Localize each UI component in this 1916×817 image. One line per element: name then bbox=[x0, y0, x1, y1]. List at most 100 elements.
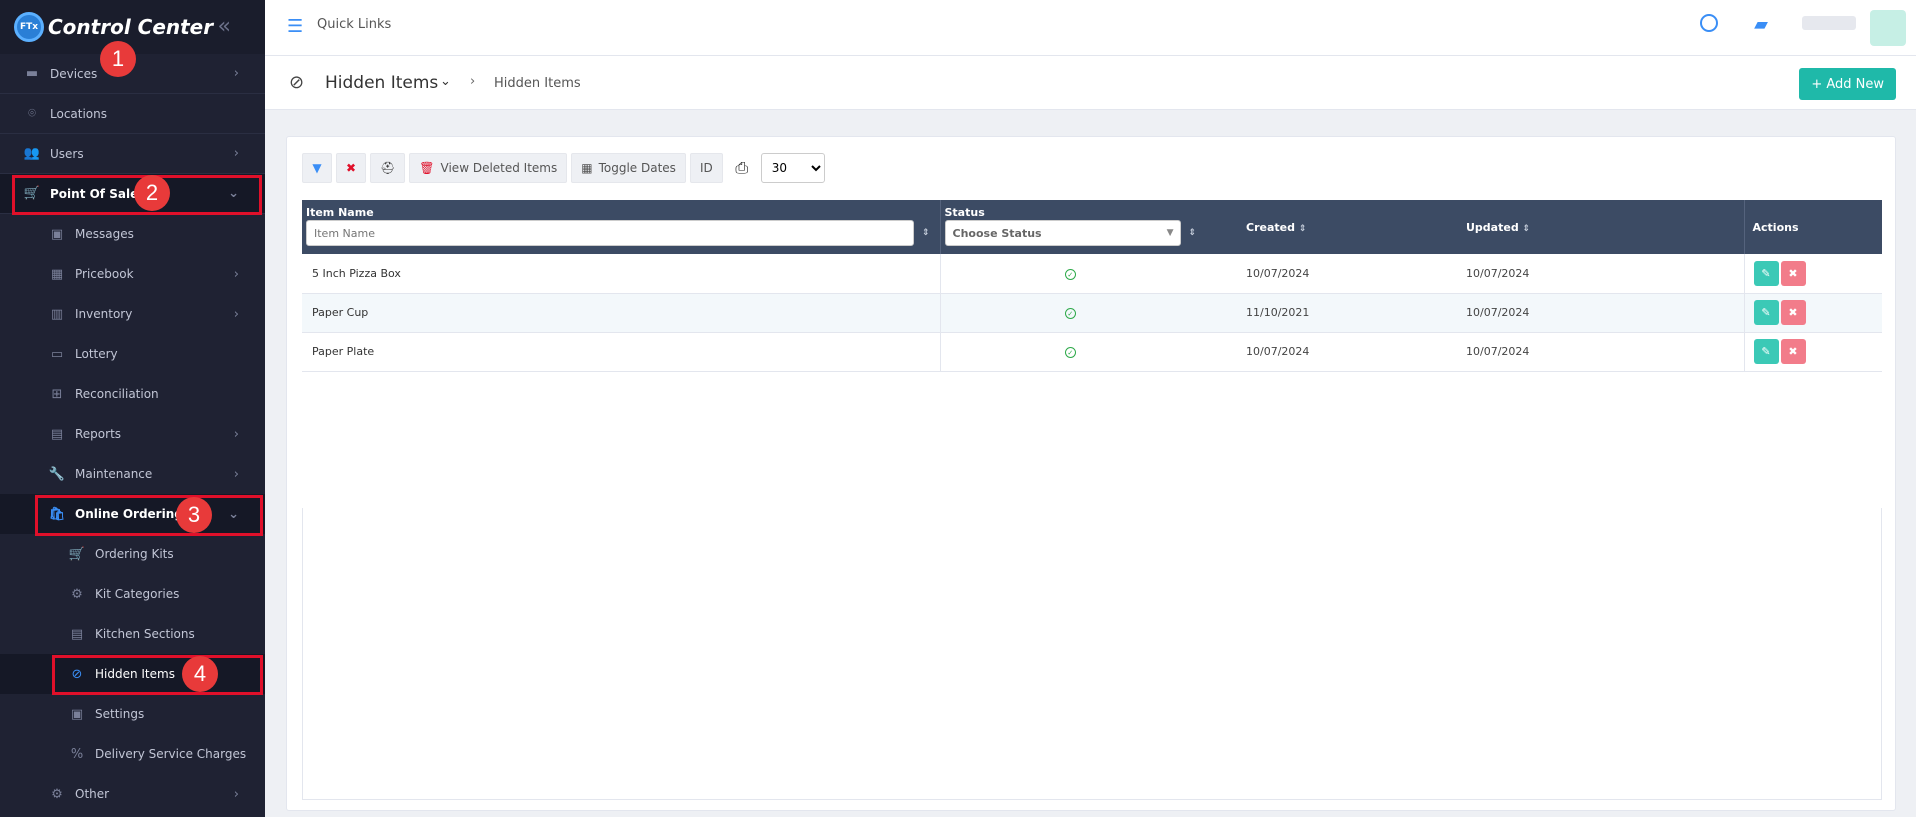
view-deleted-label: View Deleted Items bbox=[440, 161, 558, 175]
clear-filter-button[interactable]: ✖ bbox=[336, 153, 367, 183]
sort-icon[interactable]: ⇕ bbox=[922, 228, 930, 238]
sidebar-item-locations[interactable]: ⌾ Locations bbox=[0, 94, 265, 134]
chat-icon[interactable]: ▰ bbox=[1754, 14, 1768, 35]
sidebar-item-ordering-kits[interactable]: 🛒 Ordering Kits bbox=[0, 534, 265, 574]
cell-status: ✓ bbox=[940, 332, 1200, 372]
close-icon: ✖ bbox=[346, 161, 357, 175]
avatar[interactable] bbox=[1870, 10, 1906, 46]
cell-updated: 10/07/2024 bbox=[1466, 254, 1744, 294]
th-created[interactable]: Created ⇕ bbox=[1200, 200, 1466, 254]
menu-icon[interactable]: ☰ bbox=[287, 16, 303, 37]
sidebar-item-inventory[interactable]: ▥ Inventory › bbox=[0, 294, 265, 334]
th-status: Status Choose Status ▼ ⇕ bbox=[940, 200, 1200, 254]
caret-down-icon: ▼ bbox=[1166, 228, 1174, 238]
col-header-created: Created bbox=[1246, 220, 1295, 234]
sidebar-item-reconciliation[interactable]: ⊞ Reconciliation bbox=[0, 374, 265, 414]
sidebar-item-reports[interactable]: ▤ Reports › bbox=[0, 414, 265, 454]
sidebar-item-label: Kit Categories bbox=[95, 587, 180, 601]
th-updated[interactable]: Updated ⇕ bbox=[1466, 200, 1745, 254]
cell-item-name: 5 Inch Pizza Box bbox=[302, 254, 941, 294]
view-deleted-button[interactable]: 🗑 View Deleted Items bbox=[409, 153, 568, 183]
item-name-filter-input[interactable] bbox=[306, 220, 914, 246]
sidebar-item-label: Settings bbox=[95, 707, 145, 721]
incognito-button[interactable]: ⛑ bbox=[370, 153, 406, 183]
delete-button[interactable]: ✖ bbox=[1780, 260, 1806, 286]
chevron-down-icon: ⌄ bbox=[228, 186, 239, 201]
table-toolbar: ▼ ✖ ⛑ 🗑 View Deleted Items ▦ Toggle Dates … bbox=[302, 153, 825, 183]
sidebar-item-messages[interactable]: ▣ Messages bbox=[0, 214, 265, 254]
toggle-dates-button[interactable]: ▦ Toggle Dates bbox=[571, 153, 686, 183]
sidebar-item-online-ordering[interactable]: 🛍 Online Ordering ⌄ bbox=[0, 494, 265, 534]
collapse-sidebar-icon[interactable]: « bbox=[218, 14, 231, 39]
shopping-bag-icon: 🛍 bbox=[48, 506, 66, 522]
sidebar-item-kitchen-sections[interactable]: ▤ Kitchen Sections bbox=[0, 614, 265, 654]
sidebar-item-label: Reconciliation bbox=[75, 387, 159, 401]
filter-button[interactable]: ▼ bbox=[302, 153, 332, 183]
sidebar-item-other[interactable]: ⚙ Other › bbox=[0, 774, 265, 814]
quick-links-label[interactable]: Quick Links bbox=[317, 17, 391, 32]
hidden-items-table: Item Name ⇕ Status Choose Status ▼ ⇕ Crea… bbox=[302, 200, 1882, 372]
sidebar-item-kit-categories[interactable]: ⚙ Kit Categories bbox=[0, 574, 265, 614]
percent-icon: % bbox=[70, 746, 84, 762]
col-header-item-name: Item Name bbox=[306, 206, 374, 219]
cart-icon: 🛒 bbox=[68, 546, 86, 562]
sidebar-item-label: Users bbox=[50, 146, 84, 161]
step-badge-1: 1 bbox=[100, 41, 136, 77]
incognito-icon: ⛑ bbox=[380, 161, 396, 175]
toggle-dates-label: Toggle Dates bbox=[598, 161, 676, 175]
cogs-icon: ⚙ bbox=[51, 786, 63, 802]
bag-icon: ▣ bbox=[70, 706, 84, 722]
sidebar-item-settings[interactable]: ▣ Settings bbox=[0, 694, 265, 734]
delete-button[interactable]: ✖ bbox=[1780, 300, 1806, 325]
edit-button[interactable]: ✎ bbox=[1753, 260, 1779, 286]
warehouse-icon: ▥ bbox=[50, 306, 64, 322]
grid-icon: ⊞ bbox=[51, 386, 63, 402]
chevron-right-icon: › bbox=[233, 266, 239, 282]
delete-button[interactable]: ✖ bbox=[1780, 339, 1806, 364]
sidebar-item-label: Devices bbox=[50, 66, 98, 81]
table-icon: ▤ bbox=[70, 626, 84, 642]
add-new-button[interactable]: + Add New bbox=[1799, 68, 1896, 100]
message-icon: ▣ bbox=[50, 226, 64, 242]
sidebar-item-label: Messages bbox=[75, 227, 134, 241]
edit-button[interactable]: ✎ bbox=[1753, 300, 1779, 325]
breadcrumb-separator-icon: › bbox=[470, 74, 476, 89]
search-icon[interactable] bbox=[1700, 14, 1718, 32]
sort-icon[interactable]: ⇕ bbox=[1189, 228, 1197, 238]
sidebar-item-hidden-items[interactable]: ⊘ Hidden Items bbox=[0, 654, 265, 694]
page-header: ⊘ Hidden Items ⌄ › Hidden Items + Add Ne… bbox=[265, 56, 1916, 110]
table-row: Paper Cup ✓ 11/10/2021 10/07/2024 ✎ ✖ bbox=[302, 293, 1882, 333]
sidebar-item-lottery[interactable]: ▭ Lottery bbox=[0, 334, 265, 374]
content-card: ▼ ✖ ⛑ 🗑 View Deleted Items ▦ Toggle Dates … bbox=[286, 136, 1896, 811]
sidebar-item-label: Reports bbox=[75, 427, 122, 441]
step-badge-2: 2 bbox=[134, 175, 170, 211]
chevron-down-icon[interactable]: ⌄ bbox=[440, 74, 451, 89]
sidebar-item-delivery-service-charges[interactable]: % Delivery Service Charges bbox=[0, 734, 265, 774]
chart-icon: ▤ bbox=[50, 426, 64, 442]
map-pin-icon: ⌾ bbox=[28, 106, 36, 121]
cart-icon: 🛒 bbox=[23, 186, 41, 201]
cell-created: 10/07/2024 bbox=[1200, 332, 1466, 372]
sidebar-item-users[interactable]: 👥 Users › bbox=[0, 134, 265, 174]
sidebar-item-point-of-sale[interactable]: 🛒 Point Of Sale ⌄ bbox=[0, 174, 265, 214]
id-button[interactable]: ID bbox=[689, 153, 723, 183]
sidebar-item-label: Hidden Items bbox=[95, 667, 175, 681]
chevron-right-icon: › bbox=[233, 426, 239, 442]
status-filter-select[interactable]: Choose Status ▼ bbox=[944, 220, 1181, 246]
table-empty-area bbox=[302, 508, 1882, 800]
print-icon[interactable]: ⎙ bbox=[727, 153, 757, 183]
user-name-blurred[interactable] bbox=[1802, 16, 1856, 30]
sidebar-item-label: Locations bbox=[50, 106, 108, 121]
col-header-updated: Updated bbox=[1466, 220, 1519, 234]
table-row: 5 Inch Pizza Box ✓ 10/07/2024 10/07/2024… bbox=[302, 254, 1882, 294]
brand-title: Control Center bbox=[48, 15, 214, 39]
step-badge-3: 3 bbox=[176, 497, 212, 533]
th-item-name: Item Name ⇕ bbox=[302, 200, 941, 254]
col-header-status: Status bbox=[944, 206, 985, 219]
wrench-icon: 🔧 bbox=[48, 466, 66, 482]
edit-button[interactable]: ✎ bbox=[1753, 339, 1779, 364]
sidebar-item-maintenance[interactable]: 🔧 Maintenance › bbox=[0, 454, 265, 494]
page-size-select[interactable]: 30 bbox=[760, 153, 825, 183]
sidebar-item-pricebook[interactable]: ▦ Pricebook › bbox=[0, 254, 265, 294]
eye-slash-icon: ⊘ bbox=[289, 72, 305, 93]
